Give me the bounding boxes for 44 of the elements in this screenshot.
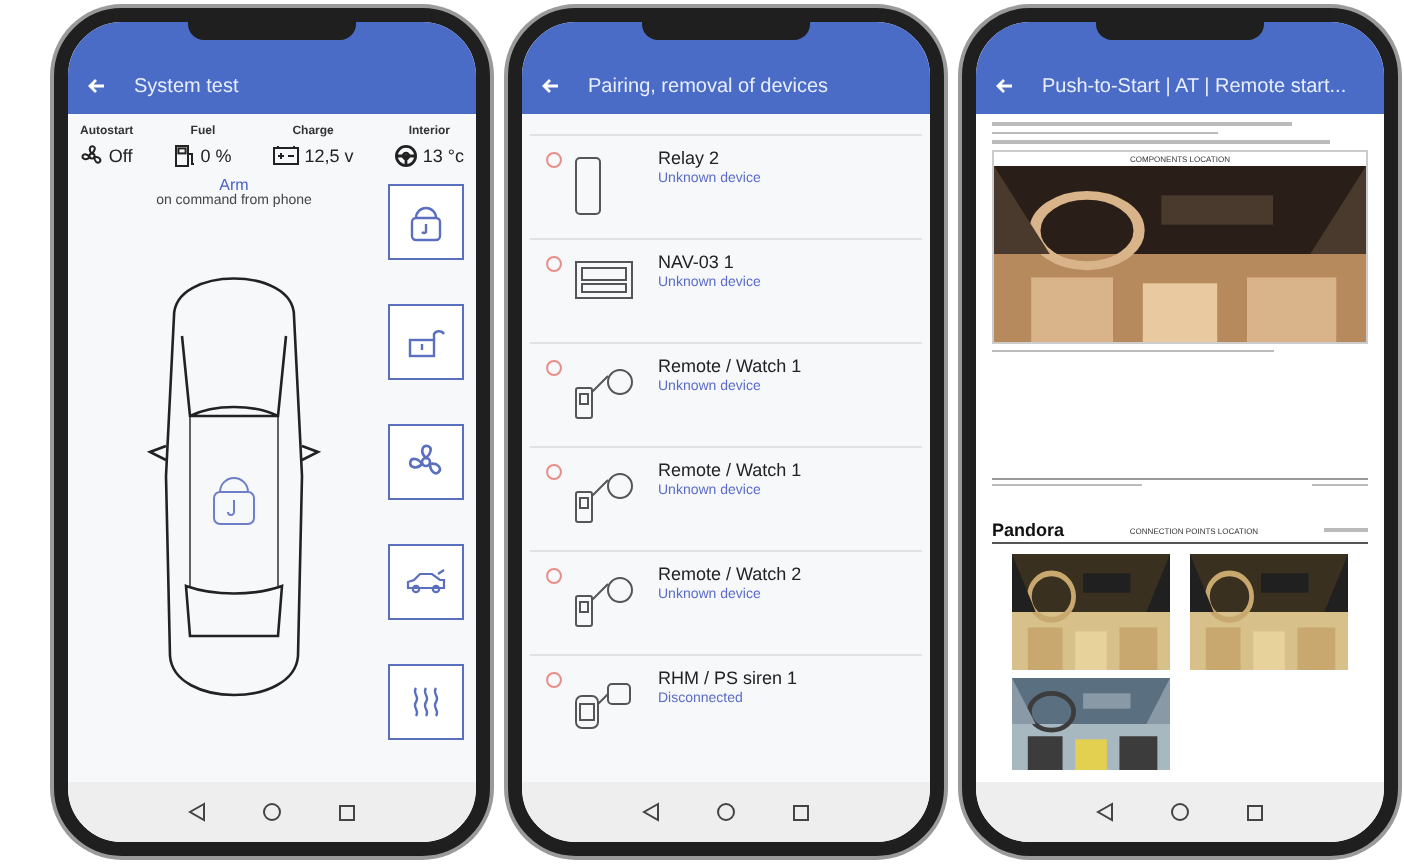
back-icon[interactable] xyxy=(642,802,660,822)
stat-value: 12,5 v xyxy=(304,145,354,165)
stat-value: 0 % xyxy=(200,146,232,166)
screen-title: Pairing, removal of devices xyxy=(588,75,829,97)
control-button[interactable] xyxy=(388,304,464,380)
screen-title: Push-to-Start | AT | Remote start... xyxy=(1042,75,1347,97)
back-icon[interactable] xyxy=(188,802,206,822)
recent-apps-icon[interactable] xyxy=(792,803,810,821)
device-name: RHM / PS siren 1 xyxy=(658,668,798,688)
remote-and-watch-icon xyxy=(574,572,638,628)
car-icon xyxy=(404,568,448,596)
back-arrow-icon[interactable] xyxy=(542,78,560,94)
device-name: Relay 2 xyxy=(658,148,722,168)
remote-and-watch-icon xyxy=(574,364,638,420)
brand-logo: Pandora xyxy=(992,520,1065,540)
control-button[interactable] xyxy=(388,544,464,620)
fan-icon xyxy=(80,144,105,168)
unlocked-lock-icon xyxy=(406,326,446,358)
back-arrow-icon[interactable] xyxy=(88,78,106,94)
recent-apps-icon[interactable] xyxy=(338,803,356,821)
control-button[interactable] xyxy=(388,184,464,260)
device-name: NAV-03 1 xyxy=(658,252,736,272)
relay-icon xyxy=(574,156,602,216)
stat-value: Off xyxy=(108,146,133,166)
control-button[interactable] xyxy=(388,424,464,500)
fuel-icon xyxy=(174,144,197,168)
steering-wheel-icon xyxy=(394,144,419,168)
screen-title: System test xyxy=(134,75,239,97)
back-arrow-icon[interactable] xyxy=(996,78,1014,94)
stat-value: 13 °c xyxy=(422,146,464,166)
device-name: Remote / Watch 2 xyxy=(658,564,802,584)
remote-and-watch-icon xyxy=(574,468,638,524)
lock-icon xyxy=(408,202,444,242)
device-name: Remote / Watch 1 xyxy=(658,460,802,480)
control-button[interactable] xyxy=(388,664,464,740)
status-text: Arm xyxy=(219,176,249,194)
home-icon[interactable] xyxy=(716,802,736,822)
back-icon[interactable] xyxy=(1096,802,1114,822)
battery-icon xyxy=(272,144,301,166)
home-icon[interactable] xyxy=(262,802,282,822)
tracker-icon xyxy=(574,260,634,300)
home-icon[interactable] xyxy=(1170,802,1190,822)
recent-apps-icon[interactable] xyxy=(1246,803,1264,821)
device-name: Remote / Watch 1 xyxy=(658,356,802,376)
